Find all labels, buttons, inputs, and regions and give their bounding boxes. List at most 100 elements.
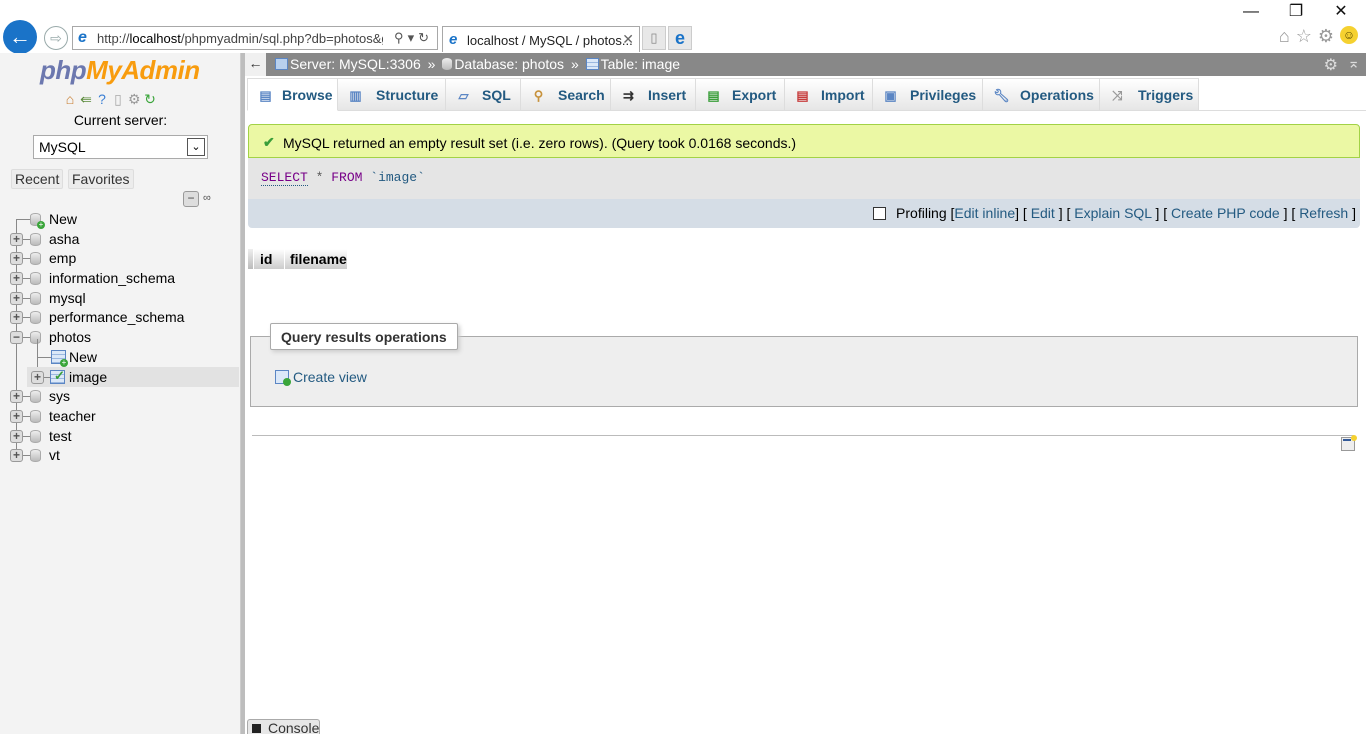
restore-button[interactable]: ❐: [1273, 2, 1319, 22]
settings-icon[interactable]: ⚙: [128, 91, 144, 107]
minimize-button[interactable]: —: [1228, 2, 1274, 22]
column-header-id[interactable]: id: [254, 249, 284, 269]
tab-browse[interactable]: ▤ Browse: [247, 78, 338, 111]
tree-item-emp[interactable]: + emp: [0, 248, 241, 268]
tree-item-label[interactable]: New: [49, 211, 77, 227]
tab-structure[interactable]: ▥ Structure: [338, 78, 446, 111]
navigation-resizer[interactable]: [241, 53, 245, 734]
expand-icon[interactable]: +: [10, 430, 23, 443]
help-icon[interactable]: ?: [96, 91, 112, 107]
reload-icon[interactable]: ↻: [144, 91, 160, 107]
tree-item-label[interactable]: mysql: [49, 290, 86, 306]
profiling-checkbox[interactable]: [873, 207, 887, 220]
dropdown-icon[interactable]: ▾: [408, 30, 419, 45]
favorites-star-icon[interactable]: ☆: [1296, 26, 1318, 46]
address-bar[interactable]: e http://localhost/phpmyadmin/sql.php?db…: [72, 26, 438, 50]
breadcrumb-table[interactable]: Table: image: [601, 56, 680, 72]
tree-item-label[interactable]: information_schema: [49, 270, 175, 286]
chevron-down-icon[interactable]: ⌄: [187, 138, 205, 156]
feedback-smiley-icon[interactable]: ☺: [1340, 26, 1358, 44]
explain-sql-link[interactable]: Explain SQL: [1074, 205, 1151, 221]
logout-icon[interactable]: ⇚: [80, 91, 96, 107]
recent-button[interactable]: Recent: [11, 169, 64, 189]
server-select[interactable]: MySQL ⌄: [33, 135, 208, 159]
forward-button[interactable]: ⇨: [44, 26, 68, 50]
home-icon[interactable]: ⌂: [1279, 26, 1296, 46]
settings-gear-icon[interactable]: ⚙: [1318, 26, 1340, 46]
browser-tab[interactable]: e localhost / MySQL / photos... ✕: [442, 26, 640, 52]
sql-keyword-select[interactable]: SELECT: [261, 170, 308, 186]
tree-item-label[interactable]: test: [49, 428, 72, 444]
tree-item-label[interactable]: asha: [49, 231, 79, 247]
tree-item-vt[interactable]: + vt: [0, 445, 241, 465]
tree-item-test[interactable]: + test: [0, 426, 241, 446]
tree-item-label[interactable]: sys: [49, 388, 70, 404]
tree-item-label[interactable]: vt: [49, 447, 60, 463]
tab-insert[interactable]: ⇉ Insert: [611, 78, 696, 111]
new-tab-button[interactable]: ▯: [642, 26, 666, 50]
tree-item-mysql[interactable]: + mysql: [0, 288, 241, 308]
create-php-code-link[interactable]: Create PHP code: [1171, 205, 1280, 221]
search-icon[interactable]: ⚲: [394, 30, 408, 45]
back-button[interactable]: ←: [3, 20, 37, 54]
page-settings-gear-icon[interactable]: ⚙: [1324, 55, 1338, 75]
create-view-link[interactable]: Create view: [275, 369, 367, 386]
tree-item-sys[interactable]: + sys: [0, 386, 241, 406]
tab-label: Triggers: [1138, 87, 1194, 103]
tab-label: Import: [821, 87, 865, 103]
phpmyadmin-logo[interactable]: phpMyAdmin: [40, 55, 200, 86]
tree-item-information-schema[interactable]: + information_schema: [0, 268, 241, 288]
tree-item-new-table[interactable]: + New: [0, 347, 241, 367]
expand-icon[interactable]: +: [10, 252, 23, 265]
link-with-main-icon[interactable]: ∞: [203, 192, 211, 204]
search-icon: ⚲: [533, 88, 544, 103]
bookmark-query-icon[interactable]: [1341, 435, 1357, 451]
tree-item-label[interactable]: teacher: [49, 408, 96, 424]
documentation-icon[interactable]: ▯: [112, 91, 128, 107]
breadcrumb-server[interactable]: Server: MySQL:3306: [290, 56, 421, 72]
close-window-button[interactable]: ✕: [1318, 2, 1364, 22]
refresh-icon[interactable]: ↻: [418, 30, 433, 45]
breadcrumb-database[interactable]: Database: photos: [454, 56, 564, 72]
edit-link[interactable]: Edit: [1031, 205, 1055, 221]
tree-item-label[interactable]: emp: [49, 250, 76, 266]
tree-item-label[interactable]: photos: [49, 329, 91, 345]
tab-triggers[interactable]: ⤨ Triggers: [1100, 78, 1199, 111]
expand-icon[interactable]: +: [10, 272, 23, 285]
expand-icon[interactable]: +: [10, 449, 23, 462]
column-header-filename[interactable]: filename: [285, 249, 347, 269]
refresh-link[interactable]: Refresh: [1299, 205, 1348, 221]
tree-item-asha[interactable]: + asha: [0, 229, 241, 249]
tree-item-new-database[interactable]: + New: [0, 209, 241, 229]
tab-sql[interactable]: ▱ SQL: [446, 78, 521, 111]
favorites-button[interactable]: Favorites: [67, 169, 134, 189]
open-edge-button[interactable]: e: [668, 26, 692, 50]
collapse-navigation-button[interactable]: ←: [245, 53, 266, 76]
tree-item-label[interactable]: performance_schema: [49, 309, 184, 325]
scroll-to-top-icon[interactable]: ⌅: [1347, 54, 1360, 72]
expand-icon[interactable]: +: [31, 371, 44, 384]
tab-privileges[interactable]: ▣ Privileges: [873, 78, 983, 111]
close-tab-icon[interactable]: ✕: [622, 31, 634, 48]
tree-item-performance-schema[interactable]: + performance_schema: [0, 307, 241, 327]
home-icon[interactable]: ⌂: [64, 91, 80, 107]
tab-operations[interactable]: 🔧︎ Operations: [983, 78, 1100, 111]
tab-import[interactable]: ▤ Import: [785, 78, 873, 111]
tree-item-label[interactable]: New: [69, 349, 97, 365]
collapse-all-icon[interactable]: −: [183, 191, 199, 207]
edit-inline-link[interactable]: Edit inline: [954, 205, 1015, 221]
address-url[interactable]: http://localhost/phpmyadmin/sql.php?db=p…: [97, 31, 383, 46]
tree-item-label[interactable]: image: [69, 369, 107, 385]
collapse-icon[interactable]: −: [10, 331, 23, 344]
tab-search[interactable]: ⚲ Search: [521, 78, 611, 111]
expand-icon[interactable]: +: [10, 311, 23, 324]
sql-star: *: [315, 170, 324, 185]
tree-item-image[interactable]: + ✓ image: [27, 367, 239, 387]
tree-item-teacher[interactable]: + teacher: [0, 406, 241, 426]
expand-icon[interactable]: +: [10, 410, 23, 423]
expand-icon[interactable]: +: [10, 233, 23, 246]
expand-icon[interactable]: +: [10, 292, 23, 305]
console-toggle[interactable]: Console: [247, 719, 320, 736]
expand-icon[interactable]: +: [10, 390, 23, 403]
tab-export[interactable]: ▤ Export: [696, 78, 785, 111]
